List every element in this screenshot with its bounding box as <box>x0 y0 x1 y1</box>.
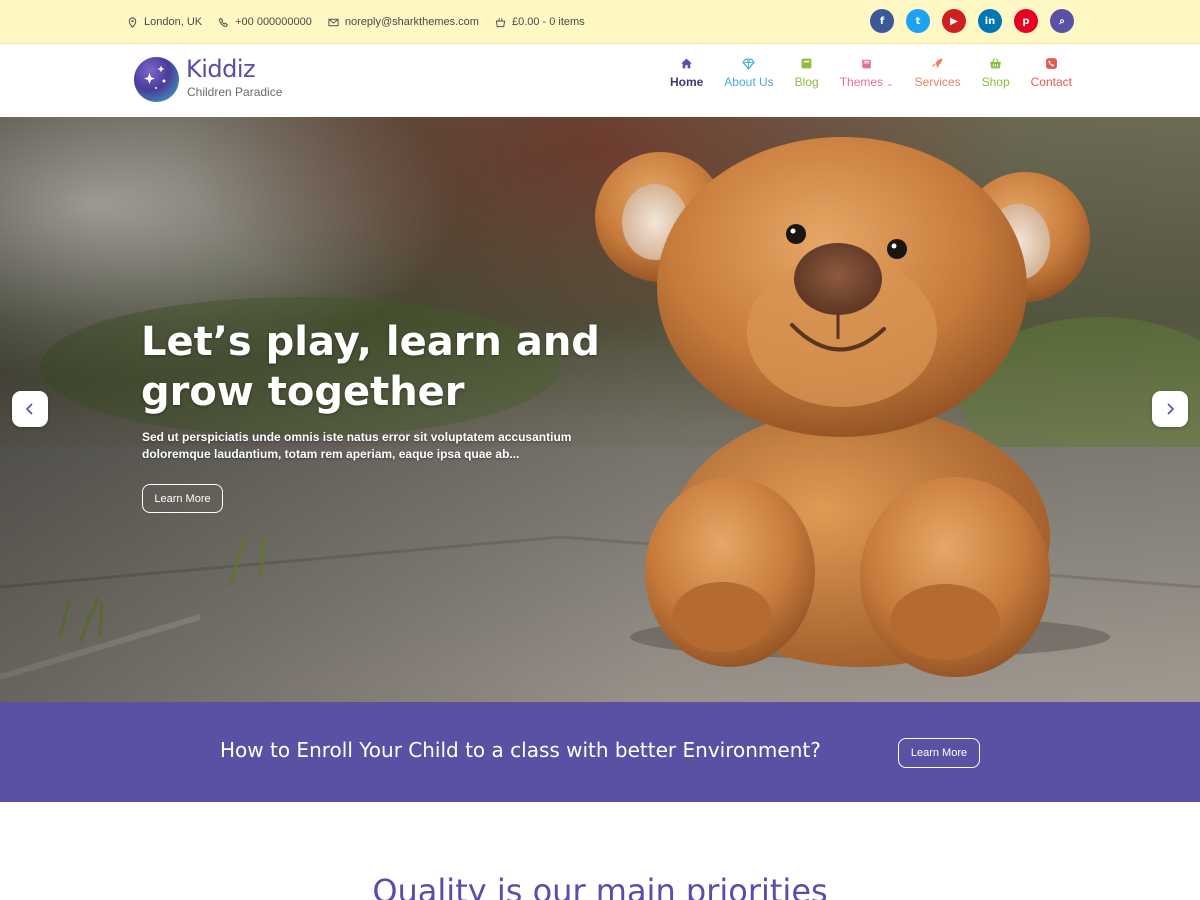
nav-label-blog: Blog <box>794 75 819 89</box>
map-pin-icon <box>128 16 137 28</box>
chevron-left-icon <box>25 403 33 415</box>
search-icon[interactable]: ⌕ <box>1050 9 1074 33</box>
nav-label-themes-text: Themes <box>839 75 884 89</box>
hero-slider: Let’s play, learn and grow together Sed … <box>0 117 1200 702</box>
nav-label-contact: Contact <box>1030 75 1072 89</box>
nav-label-services: Services <box>914 75 961 89</box>
youtube-icon[interactable]: ▶ <box>942 9 966 33</box>
envelope-icon <box>328 18 339 26</box>
hero-title: Let’s play, learn and grow together <box>141 319 600 415</box>
nav-label-shop: Shop <box>981 75 1010 89</box>
section-title: Quality is our main priorities <box>372 872 828 900</box>
site-header: Kiddiz Children Paradice Home About Us B… <box>0 45 1200 117</box>
top-bar: London, UK +00 000000000 noreply@sharkth… <box>0 0 1200 44</box>
nav-item-shop[interactable]: Shop <box>982 57 1010 89</box>
site-title[interactable]: Kiddiz <box>186 55 256 83</box>
logo-icon[interactable] <box>134 57 179 102</box>
nav-item-about-us[interactable]: About Us <box>724 57 774 89</box>
phone-icon <box>1045 58 1057 69</box>
cta-learn-more-button[interactable]: Learn More <box>898 738 980 768</box>
cart-text: £0.00 - 0 items <box>511 16 585 28</box>
phone-info[interactable]: +00 000000000 <box>218 16 312 28</box>
nav-item-services[interactable]: Services <box>915 57 961 89</box>
top-info: London, UK +00 000000000 noreply@sharkth… <box>127 0 585 44</box>
email-info[interactable]: noreply@sharkthemes.com <box>328 16 479 28</box>
home-icon <box>681 58 693 69</box>
social-links: f t ▶ in p ⌕ <box>870 9 1074 33</box>
nav-label-home: Home <box>669 75 704 89</box>
slider-next-button[interactable] <box>1152 391 1188 427</box>
phone-text: +00 000000000 <box>235 16 312 28</box>
phone-icon <box>218 17 229 27</box>
chevron-down-icon: ⌄ <box>886 78 894 88</box>
linkedin-icon[interactable]: in <box>978 9 1002 33</box>
diamond-icon <box>742 58 756 70</box>
cta-text: How to Enroll Your Child to a class with… <box>220 738 821 762</box>
nav-item-home[interactable]: Home <box>670 57 703 89</box>
email-text: noreply@sharkthemes.com <box>344 16 479 28</box>
pinterest-icon[interactable]: p <box>1014 9 1038 33</box>
enroll-cta-band: How to Enroll Your Child to a class with… <box>0 702 1200 802</box>
nav-label-themes: Themes ⌄ <box>840 75 894 89</box>
blog-icon <box>801 58 812 69</box>
nav-item-contact[interactable]: Contact <box>1031 57 1072 89</box>
hero-description: Sed ut perspiciatis unde omnis iste natu… <box>142 430 572 461</box>
site-tagline: Children Paradice <box>187 85 283 99</box>
basket-icon <box>495 17 506 27</box>
location-info: London, UK <box>127 16 202 28</box>
chevron-right-icon <box>1167 403 1175 415</box>
nav-item-themes[interactable]: Themes ⌄ <box>840 57 894 89</box>
book-icon <box>862 59 871 69</box>
rocket-icon <box>932 58 943 68</box>
twitter-icon[interactable]: t <box>906 9 930 33</box>
location-text: London, UK <box>144 16 203 28</box>
hero-learn-more-button[interactable]: Learn More <box>142 484 223 513</box>
basket-icon <box>990 58 1002 69</box>
facebook-icon[interactable]: f <box>870 9 894 33</box>
cart-info[interactable]: £0.00 - 0 items <box>495 16 585 28</box>
slider-prev-button[interactable] <box>12 391 48 427</box>
nav-label-about-us: About Us <box>724 75 774 89</box>
nav-item-blog[interactable]: Blog <box>795 57 819 89</box>
main-nav: Home About Us Blog Themes ⌄ Services Shop… <box>670 57 1072 89</box>
